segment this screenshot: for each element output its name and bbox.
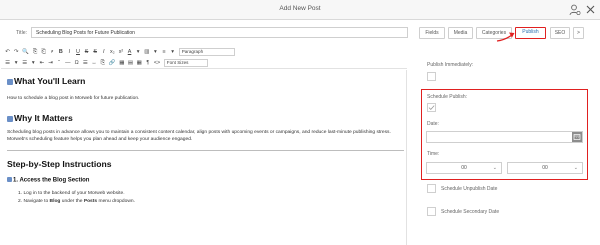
- horizontal-rule-icon[interactable]: —: [65, 60, 70, 66]
- paragraph-learn: How to schedule a blog post in Morweb fo…: [7, 96, 140, 101]
- window-title: Add New Post: [279, 5, 321, 12]
- chevron-down-icon: ⌄: [492, 165, 497, 171]
- list-text: 2. Navigate to: [18, 199, 50, 204]
- toolbar-row-2: ☰ ▾ ☰ ▾ ⇤ ⇥ “ — Ω ☰ ↔ ⎘ 🔗 ▦ ▤ ▦ ¶ <> Fon…: [5, 58, 208, 68]
- schedule-secondary-label: Schedule Secondary Date: [441, 209, 500, 215]
- heading-why-it-matters: Why It Matters: [7, 113, 73, 123]
- time-minute-select[interactable]: 00 ⌄: [507, 162, 583, 174]
- bullet-list-icon[interactable]: ☰: [5, 60, 10, 66]
- paragraph-mark-icon[interactable]: ¶: [145, 60, 150, 66]
- calendar-button[interactable]: [572, 132, 582, 142]
- undo-icon[interactable]: ↶: [5, 49, 10, 55]
- italic-button[interactable]: I: [67, 49, 72, 55]
- superscript-button[interactable]: x²: [118, 49, 124, 55]
- list-item: 2. Navigate to Blog under the Posts menu…: [18, 199, 135, 204]
- schedule-publish-checkbox[interactable]: [427, 103, 436, 112]
- user-settings-icon[interactable]: [569, 4, 581, 16]
- time-hour-value: 00: [461, 165, 467, 171]
- blockquote-icon[interactable]: “: [57, 60, 62, 66]
- section-emoji-icon: [7, 177, 12, 182]
- media-icon[interactable]: ▤: [128, 60, 133, 66]
- close-icon[interactable]: [585, 4, 596, 15]
- editor-toolbar: ↶ ↷ 🔍 ⎘ ⎗ ⎖ B I U S S I x₂ x² A ▾ ▥ ▾ ≡ …: [1, 45, 407, 69]
- indent-icon[interactable]: ⇥: [48, 60, 53, 66]
- tab-media[interactable]: Media: [448, 27, 473, 39]
- heading-what-youll-learn: What You'll Learn: [7, 76, 85, 86]
- toolbar-row-1: ↶ ↷ 🔍 ⎘ ⎗ ⎖ B I U S S I x₂ x² A ▾ ▥ ▾ ≡ …: [5, 47, 235, 57]
- tab-seo[interactable]: SEO: [550, 27, 570, 39]
- heading-text: What You'll Learn: [14, 76, 86, 86]
- schedule-secondary-checkbox[interactable]: [427, 207, 436, 216]
- list-text: menu dropdown.: [97, 199, 135, 204]
- bulb-emoji-icon: [7, 115, 13, 122]
- title-label: Title:: [16, 30, 28, 36]
- heading-steps: Step-by-Step Instructions: [7, 159, 112, 169]
- align-chevron-icon[interactable]: ▾: [170, 49, 175, 55]
- time-minute-value: 00: [542, 165, 548, 171]
- table-icon[interactable]: ▦: [137, 60, 142, 66]
- divider: [7, 150, 404, 151]
- subscript-button[interactable]: x₂: [110, 49, 115, 55]
- outdent-icon[interactable]: ⇤: [39, 60, 45, 66]
- list-text: under the: [60, 199, 84, 204]
- find-icon[interactable]: 🔍: [22, 49, 29, 55]
- date-input[interactable]: [426, 131, 583, 143]
- tab-more[interactable]: >: [573, 27, 584, 39]
- heading-text: Why It Matters: [14, 113, 73, 123]
- template-icon[interactable]: ☰: [83, 60, 88, 66]
- paragraph-select[interactable]: Paragraph: [178, 48, 235, 56]
- heading-access-blog: 1. Access the Blog Section: [7, 177, 89, 184]
- schedule-unpublish-checkbox[interactable]: [427, 184, 436, 193]
- bg-color-chevron-icon[interactable]: ▾: [153, 49, 158, 55]
- image-icon[interactable]: ▦: [119, 60, 124, 66]
- window-header: Add New Post: [0, 0, 600, 20]
- paste-icon[interactable]: ⎖: [50, 49, 55, 56]
- editor-content-area[interactable]: What You'll Learn How to schedule a blog…: [1, 70, 407, 245]
- schedule-publish-label: Schedule Publish:: [427, 94, 468, 100]
- tab-fields[interactable]: Fields: [419, 27, 445, 39]
- text-color-chevron-icon[interactable]: ▾: [136, 49, 141, 55]
- align-button[interactable]: ≡: [162, 49, 167, 55]
- title-input[interactable]: Scheduling Blog Posts for Future Publica…: [31, 27, 408, 38]
- link-icon[interactable]: 🔗: [109, 60, 116, 66]
- cut-icon[interactable]: ⎘: [33, 49, 38, 56]
- calendar-icon: [573, 134, 581, 140]
- book-emoji-icon: [7, 78, 13, 85]
- nonbreaking-icon[interactable]: ↔: [91, 60, 96, 66]
- annotation-arrow-icon: [496, 32, 515, 42]
- publish-immediately-label: Publish Immediately:: [427, 62, 474, 68]
- tab-publish[interactable]: Publish: [515, 27, 546, 39]
- checkmark-icon: [428, 105, 435, 110]
- list-item: 1. Log in to the backend of your Morweb …: [18, 191, 125, 196]
- numbered-list-chevron-icon[interactable]: ▾: [31, 60, 36, 66]
- publish-immediately-checkbox[interactable]: [427, 72, 436, 81]
- special-char-icon[interactable]: Ω: [74, 60, 79, 66]
- strike-alt-button[interactable]: S: [93, 49, 98, 55]
- source-code-icon[interactable]: <>: [154, 60, 160, 66]
- heading-text: 1. Access the Blog Section: [13, 177, 90, 184]
- strikethrough-button[interactable]: S: [84, 49, 89, 55]
- list-bold-blog: Blog: [49, 199, 61, 204]
- bg-color-button[interactable]: ▥: [144, 49, 149, 55]
- bullet-list-chevron-icon[interactable]: ▾: [14, 60, 19, 66]
- paragraph-why: Scheduling blog posts in advance allows …: [7, 130, 391, 142]
- time-label: Time:: [427, 151, 440, 157]
- redo-icon[interactable]: ↷: [14, 49, 19, 55]
- schedule-unpublish-label: Schedule Unpublish Date: [441, 186, 498, 192]
- chevron-down-icon: ⌄: [573, 165, 578, 171]
- time-hour-select[interactable]: 00 ⌄: [426, 162, 502, 174]
- text-color-button[interactable]: A: [127, 49, 132, 55]
- bold-button[interactable]: B: [58, 49, 63, 55]
- date-label: Date:: [427, 121, 439, 127]
- clear-format-button[interactable]: I: [101, 49, 106, 55]
- underline-button[interactable]: U: [75, 49, 80, 55]
- copy-icon[interactable]: ⎗: [41, 49, 46, 56]
- list-bold-posts: Posts: [83, 199, 98, 204]
- font-sizes-select[interactable]: Font Sizes: [163, 59, 208, 67]
- numbered-list-icon[interactable]: ☰: [22, 60, 27, 66]
- anchor-icon[interactable]: ⎘: [100, 60, 105, 67]
